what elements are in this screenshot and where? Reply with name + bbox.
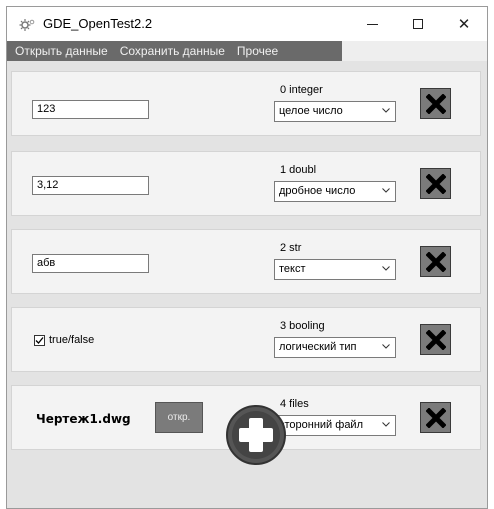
type-select[interactable]: целое число bbox=[274, 101, 396, 122]
close-x-icon bbox=[425, 251, 446, 272]
chevron-down-icon bbox=[382, 266, 390, 271]
type-select[interactable]: текст bbox=[274, 259, 396, 280]
type-select[interactable]: сторонний файл bbox=[274, 415, 396, 436]
open-file-button[interactable]: откр. bbox=[155, 402, 203, 433]
type-label: 1 doubl bbox=[280, 164, 317, 176]
menu-item-other[interactable]: Прочее bbox=[231, 44, 284, 58]
delete-button[interactable] bbox=[420, 168, 451, 199]
type-select[interactable]: дробное число bbox=[274, 181, 396, 202]
type-select-value: сторонний файл bbox=[279, 419, 363, 431]
delete-button[interactable] bbox=[420, 246, 451, 277]
boolean-checkbox-field[interactable]: true/false bbox=[34, 334, 94, 346]
checkbox-label: true/false bbox=[49, 334, 95, 346]
chevron-down-icon bbox=[382, 344, 390, 349]
type-select-value: дробное число bbox=[279, 185, 356, 197]
close-button[interactable]: ✕ bbox=[441, 7, 487, 41]
data-row-string: абв 2 str текст bbox=[11, 229, 481, 294]
data-row-double: 3,12 1 doubl дробное число bbox=[11, 151, 481, 216]
add-row-button[interactable] bbox=[225, 404, 287, 466]
maximize-button[interactable] bbox=[395, 7, 441, 41]
title-bar[interactable]: GDE_OpenTest2.2 ✕ bbox=[7, 7, 487, 41]
file-name: Чертеж1.dwg bbox=[36, 412, 131, 426]
checkbox[interactable] bbox=[34, 334, 45, 346]
delete-button[interactable] bbox=[420, 324, 451, 355]
type-label: 0 integer bbox=[280, 84, 323, 96]
window-title: GDE_OpenTest2.2 bbox=[43, 16, 153, 31]
close-icon: ✕ bbox=[457, 16, 471, 33]
type-select-value: целое число bbox=[279, 105, 343, 117]
checkmark-icon bbox=[35, 336, 44, 344]
value-input[interactable]: 123 bbox=[32, 100, 149, 119]
chevron-down-icon bbox=[382, 422, 390, 427]
value-input[interactable]: абв bbox=[32, 254, 149, 273]
menu-item-save-data[interactable]: Сохранить данные bbox=[114, 44, 231, 58]
delete-button[interactable] bbox=[420, 88, 451, 119]
type-label: 3 booling bbox=[280, 320, 325, 332]
data-row-integer: 123 0 integer целое число bbox=[11, 71, 481, 136]
app-window: GDE_OpenTest2.2 ✕ Открыть данные Сохрани… bbox=[6, 6, 488, 509]
close-x-icon bbox=[425, 329, 446, 350]
chevron-down-icon bbox=[382, 108, 390, 113]
value-input[interactable]: 3,12 bbox=[32, 176, 149, 195]
type-label: 2 str bbox=[280, 242, 302, 254]
maximize-icon bbox=[413, 19, 423, 29]
type-select[interactable]: логический тип bbox=[274, 337, 396, 358]
close-x-icon bbox=[425, 93, 446, 114]
close-x-icon bbox=[425, 173, 446, 194]
data-row-boolean: true/false 3 booling логический тип bbox=[11, 307, 481, 372]
type-select-value: текст bbox=[279, 263, 306, 275]
minimize-icon bbox=[366, 23, 378, 25]
type-select-value: логический тип bbox=[279, 341, 357, 353]
close-x-icon bbox=[425, 407, 446, 428]
delete-button[interactable] bbox=[420, 402, 451, 433]
chevron-down-icon bbox=[382, 188, 390, 193]
minimize-button[interactable] bbox=[349, 7, 395, 41]
menu-item-open-data[interactable]: Открыть данные bbox=[7, 44, 114, 58]
app-gear-icon bbox=[19, 19, 35, 31]
menu-bar: Открыть данные Сохранить данные Прочее bbox=[7, 41, 342, 61]
